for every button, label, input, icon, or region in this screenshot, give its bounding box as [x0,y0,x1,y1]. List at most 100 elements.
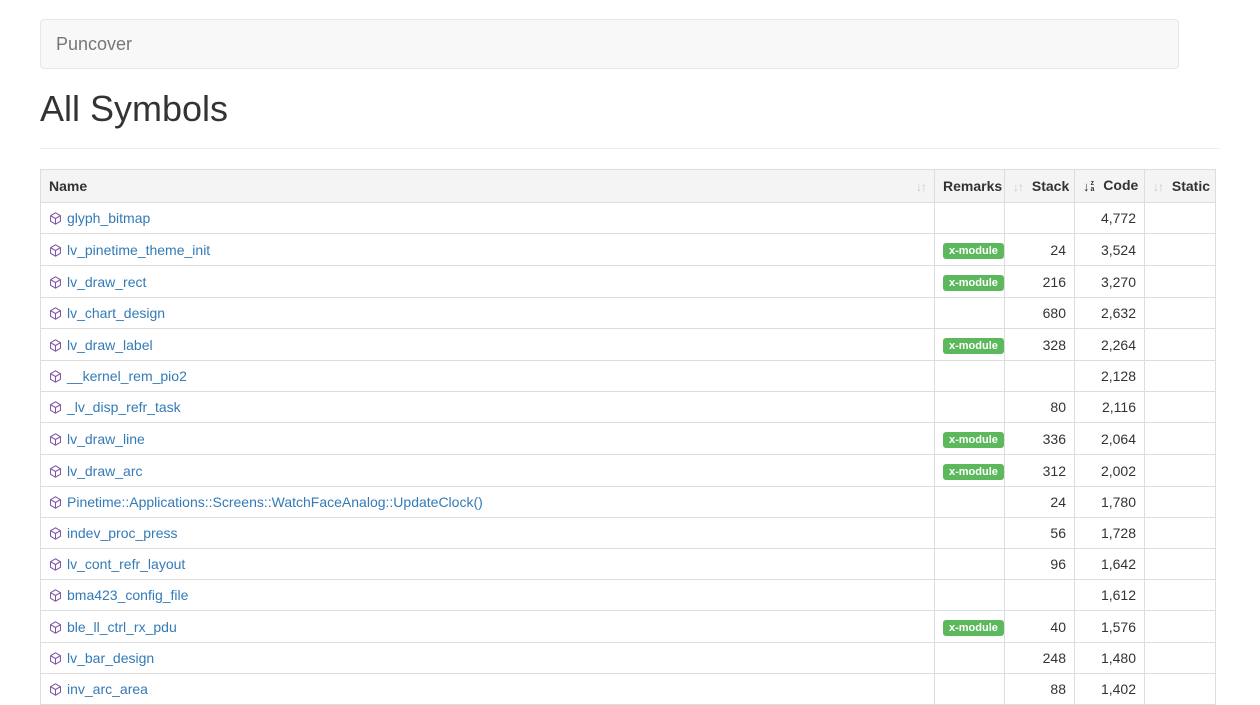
symbol-link[interactable]: lv_draw_rect [67,274,146,290]
symbol-link[interactable]: indev_proc_press [67,525,178,541]
page: Puncover All Symbols ↓↑ Name Remarks ↓↑ … [0,0,1260,705]
symbol-name-cell: indev_proc_press [41,518,935,549]
cube-icon [49,400,62,413]
stack-cell: 312 [1005,455,1075,487]
table-row: inv_arc_area881,402 [41,674,1216,705]
static-cell [1145,580,1216,611]
static-cell [1145,487,1216,518]
static-cell [1145,266,1216,298]
column-header-remarks[interactable]: Remarks [935,170,1005,203]
symbol-link[interactable]: __kernel_rem_pio2 [67,368,187,384]
symbol-name-cell: lv_draw_label [41,329,935,361]
column-header-name[interactable]: ↓↑ Name [41,170,935,203]
x-module-badge: x-module [943,243,1004,259]
stack-cell: 336 [1005,423,1075,455]
symbol-link[interactable]: lv_draw_arc [67,463,142,479]
stack-cell [1005,580,1075,611]
symbol-link[interactable]: lv_bar_design [67,650,154,666]
remarks-cell: x-module [935,423,1005,455]
cube-icon [49,557,62,570]
symbol-link[interactable]: bma423_config_file [67,587,188,603]
code-cell: 1,728 [1075,518,1145,549]
code-cell: 2,264 [1075,329,1145,361]
static-cell [1145,361,1216,392]
remarks-cell [935,487,1005,518]
symbol-link[interactable]: inv_arc_area [67,681,148,697]
remarks-cell [935,298,1005,329]
symbols-table: ↓↑ Name Remarks ↓↑ Stack ↓za Code ↓↑ Sta… [40,169,1216,705]
column-header-code[interactable]: ↓za Code [1075,170,1145,203]
x-module-badge: x-module [943,275,1004,291]
static-cell [1145,329,1216,361]
symbol-name-cell: lv_draw_arc [41,455,935,487]
x-module-badge: x-module [943,432,1004,448]
code-cell: 2,632 [1075,298,1145,329]
table-row: lv_chart_design 6802,632 [41,298,1216,329]
table-row: lv_cont_refr_layout 961,642 [41,549,1216,580]
symbol-name-cell: lv_draw_rect [41,266,935,298]
remarks-cell: x-module [935,611,1005,643]
code-cell: 2,002 [1075,455,1145,487]
stack-cell: 680 [1005,298,1075,329]
symbol-link[interactable]: Pinetime::Applications::Screens::WatchFa… [67,494,483,510]
symbol-link[interactable]: glyph_bitmap [67,210,150,226]
table-row: lv_pinetime_theme_init x-module243,524 [41,234,1216,266]
table-row: lv_draw_linex-module3362,064 [41,423,1216,455]
cube-icon [49,338,62,351]
remarks-cell [935,361,1005,392]
stack-cell: 24 [1005,487,1075,518]
symbol-name-cell: lv_chart_design [41,298,935,329]
code-cell: 2,128 [1075,361,1145,392]
column-header-stack[interactable]: ↓↑ Stack [1005,170,1075,203]
remarks-cell: x-module [935,234,1005,266]
column-header-static[interactable]: ↓↑ Static [1145,170,1216,203]
stack-cell: 40 [1005,611,1075,643]
symbol-name-cell: Pinetime::Applications::Screens::WatchFa… [41,487,935,518]
symbol-link[interactable]: ble_ll_ctrl_rx_pdu [67,619,177,635]
stack-cell [1005,361,1075,392]
table-row: _lv_disp_refr_task802,116 [41,392,1216,423]
symbol-link[interactable]: lv_pinetime_theme_init [67,242,210,258]
cube-icon [49,432,62,445]
remarks-cell [935,549,1005,580]
remarks-cell [935,392,1005,423]
remarks-cell [935,580,1005,611]
cube-icon [49,682,62,695]
cube-icon [49,275,62,288]
symbol-link[interactable]: lv_chart_design [67,305,165,321]
cube-icon [49,620,62,633]
cube-icon [49,369,62,382]
cube-icon [49,526,62,539]
code-cell: 3,524 [1075,234,1145,266]
cube-icon [49,651,62,664]
symbol-link[interactable]: _lv_disp_refr_task [67,399,181,415]
symbol-link[interactable]: lv_draw_label [67,337,153,353]
cube-icon [49,464,62,477]
symbol-link[interactable]: lv_draw_line [67,431,145,447]
symbol-name-cell: _lv_disp_refr_task [41,392,935,423]
static-cell [1145,611,1216,643]
navbar-brand[interactable]: Puncover [41,20,147,68]
code-cell: 1,480 [1075,643,1145,674]
table-header-row: ↓↑ Name Remarks ↓↑ Stack ↓za Code ↓↑ Sta… [41,170,1216,203]
remarks-cell [935,643,1005,674]
static-cell [1145,392,1216,423]
static-cell [1145,643,1216,674]
column-label-code: Code [1103,177,1138,193]
static-cell [1145,674,1216,705]
sort-unsorted-icon: ↓↑ [1153,178,1163,196]
static-cell [1145,518,1216,549]
x-module-badge: x-module [943,338,1004,354]
code-cell: 3,270 [1075,266,1145,298]
symbol-name-cell: glyph_bitmap [41,203,935,234]
code-cell: 1,642 [1075,549,1145,580]
code-cell: 1,402 [1075,674,1145,705]
stack-cell [1005,203,1075,234]
symbol-name-cell: lv_bar_design [41,643,935,674]
static-cell [1145,455,1216,487]
stack-cell: 96 [1005,549,1075,580]
symbol-name-cell: inv_arc_area [41,674,935,705]
symbol-link[interactable]: lv_cont_refr_layout [67,556,185,572]
stack-cell: 24 [1005,234,1075,266]
cube-icon [49,588,62,601]
